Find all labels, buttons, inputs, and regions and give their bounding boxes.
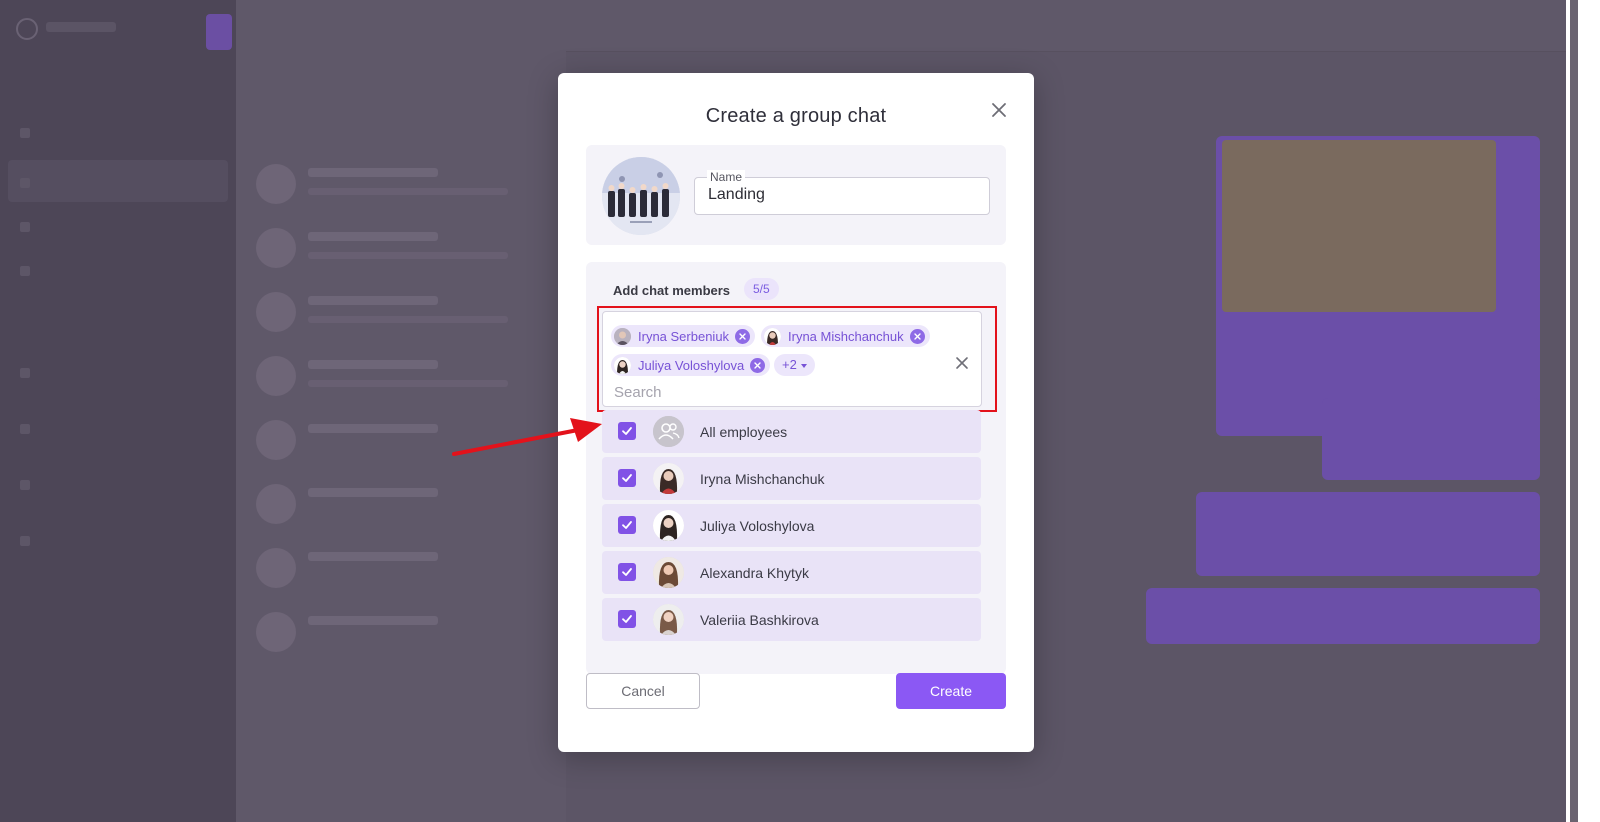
- group-name-card: Name: [586, 145, 1006, 245]
- avatar: [614, 356, 631, 374]
- chip-label: Iryna Serbeniuk: [638, 328, 730, 344]
- avatar: [256, 164, 296, 204]
- avatar: [653, 510, 684, 541]
- selected-member-chip: Iryna Mishchanchuk: [761, 325, 930, 347]
- member-name: Alexandra Khytyk: [700, 565, 809, 581]
- message-image: [1222, 140, 1496, 312]
- chat-list-item[interactable]: [252, 544, 552, 596]
- checkbox-checked[interactable]: [618, 422, 636, 440]
- left-navigation: [0, 0, 236, 822]
- avatar: [256, 356, 296, 396]
- selected-member-chip: Iryna Serbeniuk: [611, 325, 756, 347]
- member-name: All employees: [700, 424, 788, 440]
- chat-list-item[interactable]: [252, 224, 552, 276]
- chat-list-item[interactable]: [252, 288, 552, 340]
- avatar: [653, 557, 684, 588]
- logo-icon: [16, 18, 38, 40]
- remove-chip-icon[interactable]: [909, 328, 925, 344]
- member-search-input[interactable]: [614, 382, 944, 402]
- clear-selection-icon[interactable]: [951, 352, 973, 374]
- checkbox-checked[interactable]: [618, 469, 636, 487]
- chevron-down-icon: [800, 363, 807, 368]
- member-row[interactable]: Juliya Voloshylova: [602, 504, 981, 547]
- avatar: [764, 327, 781, 345]
- create-button[interactable]: Create: [896, 673, 1006, 709]
- avatar: [256, 612, 296, 652]
- chat-members-card: Add chat members 5/5 Iryna Serbeniuk Iry…: [586, 262, 1006, 674]
- avatar: [614, 327, 631, 345]
- checkbox-checked[interactable]: [618, 563, 636, 581]
- sidebar-item-icon[interactable]: [20, 178, 30, 188]
- logo-text: [46, 22, 116, 32]
- chat-list-panel: [236, 0, 566, 822]
- avatar: [653, 604, 684, 635]
- chat-list-item[interactable]: [252, 608, 552, 660]
- sidebar-item-icon[interactable]: [20, 536, 30, 546]
- chip-label: Iryna Mishchanchuk: [788, 328, 904, 344]
- name-label: Name: [707, 170, 746, 184]
- member-row[interactable]: Alexandra Khytyk: [602, 551, 981, 594]
- checkbox-checked[interactable]: [618, 610, 636, 628]
- avatar: [256, 420, 296, 460]
- avatar: [256, 228, 296, 268]
- sidebar-item-icon[interactable]: [20, 266, 30, 276]
- close-icon[interactable]: [986, 97, 1012, 123]
- chat-list-item[interactable]: [252, 160, 552, 212]
- member-row[interactable]: All employees: [602, 410, 981, 453]
- avatar: [653, 463, 684, 494]
- create-group-chat-dialog: Create a group chat Name Landing Add cha…: [558, 73, 1034, 752]
- group-icon: [653, 416, 684, 447]
- avatar: [256, 484, 296, 524]
- chat-list-item[interactable]: [252, 352, 552, 404]
- chip-label: Juliya Voloshylova: [638, 357, 745, 373]
- member-row[interactable]: Iryna Mishchanchuk: [602, 457, 981, 500]
- checkbox-checked[interactable]: [618, 516, 636, 534]
- page-scrollbar-thumb[interactable]: [1570, 0, 1578, 822]
- sidebar-item-icon[interactable]: [20, 424, 30, 434]
- chat-list-item[interactable]: [252, 480, 552, 532]
- message-bubble: [1196, 492, 1540, 576]
- group-name-field[interactable]: Name: [694, 170, 990, 215]
- member-name: Juliya Voloshylova: [700, 518, 815, 534]
- sidebar-item-icon[interactable]: [20, 128, 30, 138]
- member-selector[interactable]: Iryna Serbeniuk Iryna Mishchanchuk Juliy…: [602, 311, 982, 407]
- annotation-highlight-box: Iryna Serbeniuk Iryna Mishchanchuk Juliy…: [597, 306, 997, 412]
- sidebar-item-active[interactable]: [8, 160, 228, 202]
- sidebar-item-icon[interactable]: [20, 222, 30, 232]
- avatar: [256, 548, 296, 588]
- selected-member-chip: Juliya Voloshylova: [611, 354, 771, 376]
- message-bubble: [1322, 398, 1540, 480]
- more-members-chip[interactable]: +2: [774, 354, 815, 376]
- member-row[interactable]: Valeriia Bashkirova: [602, 598, 981, 641]
- sidebar-toggle-button[interactable]: [206, 14, 232, 50]
- dialog-title: Create a group chat: [705, 105, 887, 127]
- sidebar-item-icon[interactable]: [20, 368, 30, 378]
- member-name: Iryna Mishchanchuk: [700, 471, 825, 487]
- member-name: Valeriia Bashkirova: [700, 612, 819, 628]
- more-members-count: +2: [782, 357, 797, 372]
- members-count-badge: 5/5: [744, 278, 779, 300]
- group-name-input[interactable]: [708, 186, 968, 204]
- annotation-arrow: [452, 418, 602, 456]
- group-photo[interactable]: [602, 157, 680, 235]
- cancel-button[interactable]: Cancel: [586, 673, 700, 709]
- remove-chip-icon[interactable]: [750, 357, 766, 373]
- members-heading: Add chat members: [613, 283, 731, 298]
- remove-chip-icon[interactable]: [735, 328, 751, 344]
- message-bubble: [1146, 588, 1540, 644]
- avatar: [256, 292, 296, 332]
- sidebar-item-icon[interactable]: [20, 480, 30, 490]
